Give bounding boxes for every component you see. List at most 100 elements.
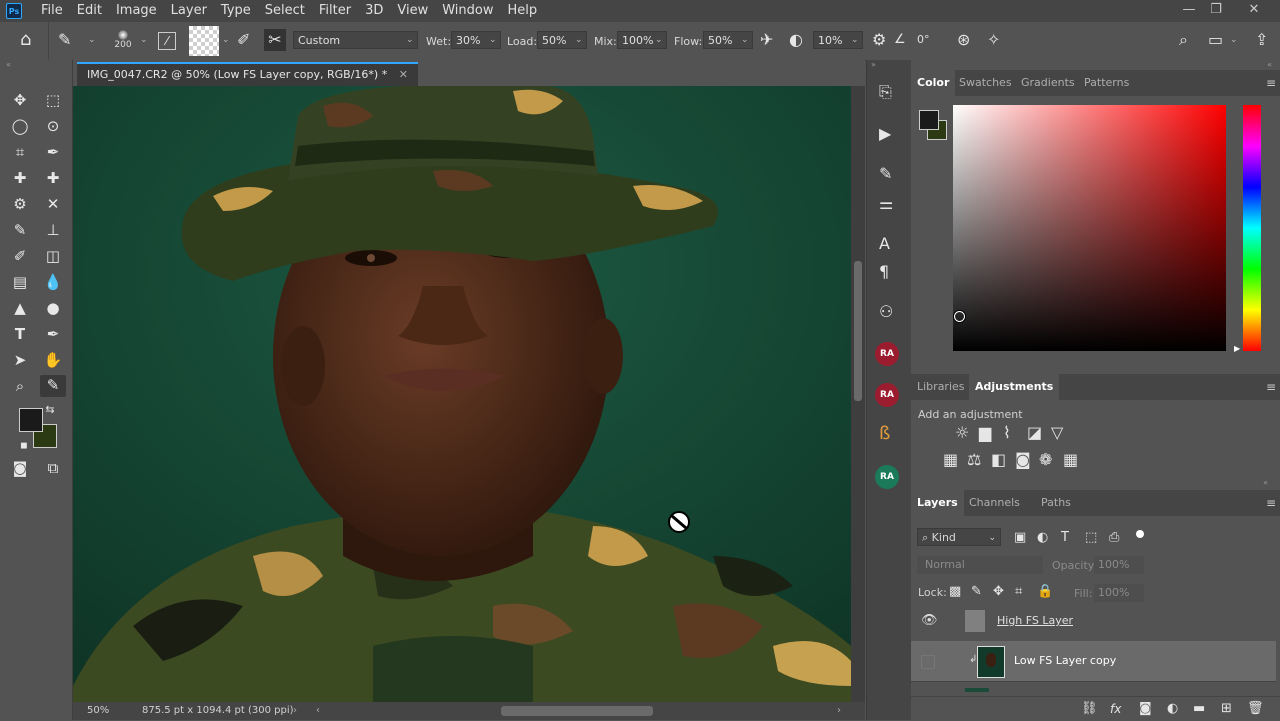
- gradient-tool-icon[interactable]: ▤: [10, 272, 30, 292]
- black-white-icon[interactable]: ◧: [991, 452, 1006, 468]
- hand-tool-icon[interactable]: ✋: [43, 350, 63, 370]
- levels-icon[interactable]: ▆: [979, 425, 991, 441]
- chevron-down-icon[interactable]: ⌄: [140, 35, 148, 45]
- eraser-tool-icon[interactable]: ◫: [43, 246, 63, 266]
- workspace-icon[interactable]: ▭: [1208, 32, 1223, 48]
- menu-3d[interactable]: 3D: [358, 0, 390, 22]
- swap-colors-icon[interactable]: ⇆: [40, 400, 60, 420]
- filter-type-icon[interactable]: T: [1061, 530, 1069, 546]
- chevron-down-icon[interactable]: ⌄: [489, 35, 497, 45]
- vibrance-icon[interactable]: ▽: [1051, 425, 1063, 441]
- opacity-field[interactable]: 100%: [1094, 556, 1144, 574]
- quick-mask-icon[interactable]: ◙: [10, 458, 30, 478]
- collapse-arrows-icon[interactable]: «: [6, 60, 11, 69]
- lasso-tool-icon[interactable]: ◯: [10, 116, 30, 136]
- tab-swatches[interactable]: Swatches: [953, 70, 1018, 96]
- share-icon[interactable]: ⇪: [1255, 32, 1268, 48]
- curves-icon[interactable]: ⌇: [1003, 425, 1011, 441]
- collapse-arrows-icon[interactable]: «: [1267, 60, 1272, 69]
- layer-name[interactable]: High FS Layer: [997, 614, 1073, 627]
- quick-select-tool-icon[interactable]: ⊙: [43, 116, 63, 136]
- delete-layer-icon[interactable]: 🗑: [1247, 701, 1264, 717]
- visibility-toggle-empty[interactable]: [921, 655, 935, 669]
- menu-select[interactable]: Select: [258, 0, 312, 22]
- visibility-eye-icon[interactable]: 👁: [921, 613, 938, 628]
- airbrush-icon[interactable]: ✈: [760, 32, 773, 48]
- tab-layers[interactable]: Layers: [911, 490, 964, 516]
- properties-panel-icon[interactable]: ⚌: [879, 196, 893, 212]
- chevron-down-icon[interactable]: ⌄: [222, 35, 230, 45]
- zoom-level[interactable]: 50%: [87, 702, 109, 720]
- symmetry-icon[interactable]: ✧: [987, 32, 1000, 48]
- chevron-down-icon[interactable]: ⌄: [88, 35, 96, 45]
- filter-pixel-icon[interactable]: ▣: [1014, 530, 1026, 546]
- panel-menu-icon[interactable]: ≡: [1266, 76, 1276, 90]
- horizontal-scroll-thumb[interactable]: [501, 706, 653, 716]
- brush-panel-icon[interactable]: ⁄: [158, 32, 176, 50]
- chevron-down-icon[interactable]: ⌄: [741, 35, 749, 45]
- eyedropper-tool-icon[interactable]: ✒: [43, 142, 63, 162]
- ra-plugin-icon[interactable]: RA: [875, 465, 899, 489]
- layer-row[interactable]: 👁 High FS Layer: [911, 601, 1276, 642]
- lock-image-icon[interactable]: ✎: [971, 584, 982, 600]
- collapse-arrows-icon[interactable]: »: [871, 60, 876, 69]
- load-brush-icon[interactable]: ✐: [237, 32, 250, 48]
- mixer-brush-tool-icon[interactable]: ✎: [40, 375, 66, 397]
- chevron-down-icon[interactable]: ⌄: [1230, 35, 1238, 45]
- add-mask-icon[interactable]: ◙: [1139, 701, 1152, 717]
- tab-channels[interactable]: Channels: [963, 490, 1026, 516]
- home-icon[interactable]: ⌂: [20, 31, 31, 49]
- brightness-contrast-icon[interactable]: ☼: [955, 425, 969, 441]
- scroll-thumb[interactable]: [854, 261, 862, 401]
- menu-filter[interactable]: Filter: [312, 0, 358, 22]
- filter-toggle-icon[interactable]: [1136, 530, 1144, 538]
- restore-button[interactable]: ❐: [1199, 0, 1233, 20]
- lock-all-icon[interactable]: 🔒: [1037, 584, 1053, 600]
- menu-image[interactable]: Image: [109, 0, 164, 22]
- plugin-panel-icon[interactable]: ⚇: [879, 304, 893, 320]
- hue-saturation-icon[interactable]: ▦: [943, 452, 958, 468]
- scroll-right-icon[interactable]: ›: [837, 702, 841, 720]
- search-icon[interactable]: ⌕: [1179, 32, 1188, 48]
- layer-filter-select[interactable]: ⌕ Kind ⌄: [917, 528, 1001, 546]
- healing-brush-tool-icon[interactable]: ✚: [10, 168, 30, 188]
- scroll-left-icon[interactable]: ‹: [316, 702, 320, 720]
- path-select-tool-icon[interactable]: ➤: [10, 350, 30, 370]
- chevron-down-icon[interactable]: ⌄: [851, 35, 859, 45]
- panel-menu-icon[interactable]: ≡: [1266, 380, 1276, 394]
- foreground-color-swatch[interactable]: [19, 408, 43, 432]
- history-panel-icon[interactable]: ⎘: [879, 84, 892, 100]
- vertical-scrollbar[interactable]: [851, 86, 865, 702]
- brush-settings-icon[interactable]: ✎: [879, 166, 892, 182]
- chevron-down-icon[interactable]: ⌄: [655, 35, 663, 45]
- clone-stamp-tool-icon[interactable]: ⊥: [43, 220, 63, 240]
- filter-adjustment-icon[interactable]: ◐: [1037, 530, 1048, 546]
- tab-paths[interactable]: Paths: [1035, 490, 1077, 516]
- chevron-right-icon[interactable]: ›: [293, 702, 297, 720]
- lock-transparent-icon[interactable]: ▩: [949, 584, 961, 600]
- chevron-down-icon[interactable]: ⌄: [406, 35, 414, 45]
- dodge-tool-icon[interactable]: ▲: [10, 298, 30, 318]
- crop-tool-icon[interactable]: ⌗: [10, 142, 30, 162]
- pen-tool-icon[interactable]: ✒: [43, 324, 63, 344]
- filter-shape-icon[interactable]: ⬚: [1085, 530, 1097, 546]
- filter-smart-object-icon[interactable]: ⎙: [1109, 530, 1119, 546]
- close-tab-icon[interactable]: ✕: [399, 68, 408, 81]
- panel-menu-icon[interactable]: ≡: [1266, 496, 1276, 510]
- layer-row-selected[interactable]: ↲ Low FS Layer copy: [911, 641, 1276, 682]
- link-layers-icon[interactable]: ⛓: [1081, 701, 1098, 717]
- mixer-brush-preset-icon[interactable]: ✎: [58, 32, 71, 48]
- collapse-arrows-icon[interactable]: «: [1263, 478, 1268, 487]
- document-canvas[interactable]: [73, 86, 851, 702]
- menu-edit[interactable]: Edit: [70, 0, 109, 22]
- channel-mixer-icon[interactable]: ❁: [1039, 452, 1052, 468]
- document-tab[interactable]: IMG_0047.CR2 @ 50% (Low FS Layer copy, R…: [77, 62, 418, 86]
- chevron-down-icon[interactable]: ⌄: [575, 35, 583, 45]
- new-adjustment-icon[interactable]: ◐: [1167, 701, 1178, 717]
- type-tool-icon[interactable]: T: [10, 324, 30, 344]
- close-window-button[interactable]: ✕: [1237, 0, 1271, 20]
- lock-position-icon[interactable]: ✥: [993, 584, 1004, 600]
- fill-field[interactable]: 100%: [1094, 584, 1144, 602]
- new-group-icon[interactable]: ▬: [1193, 701, 1205, 717]
- blur-tool-icon[interactable]: 💧: [43, 272, 63, 292]
